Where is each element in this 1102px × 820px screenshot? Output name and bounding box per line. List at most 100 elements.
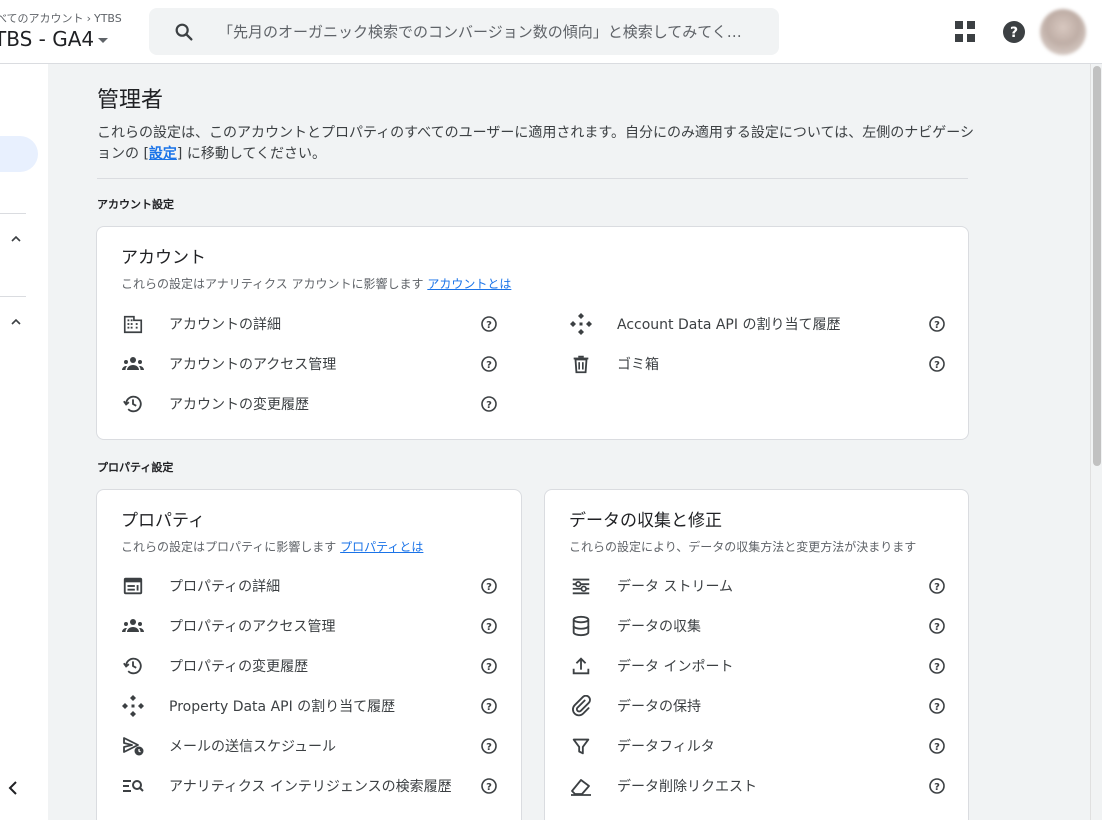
top-header: べてのアカウント›YTBS TBS - GA4 ? xyxy=(0,0,1102,64)
help-icon[interactable]: ? xyxy=(481,738,497,754)
svg-text:?: ? xyxy=(486,702,492,713)
caret-down-icon xyxy=(98,37,109,43)
group-icon xyxy=(121,352,145,376)
help-icon[interactable]: ? xyxy=(481,316,497,332)
collapse-nav-icon[interactable] xyxy=(5,780,21,796)
svg-text:?: ? xyxy=(934,622,940,633)
svg-text:?: ? xyxy=(486,782,492,793)
what-is-account-link[interactable]: アカウントとは xyxy=(427,277,511,291)
stream-icon xyxy=(569,574,593,598)
help-icon[interactable]: ? xyxy=(929,316,945,332)
help-icon[interactable]: ? xyxy=(929,698,945,714)
group-icon xyxy=(121,614,145,638)
data-collection-card: データの収集と修正 これらの設定により、データの収集方法と変更方法が決まります … xyxy=(544,489,969,820)
scheduled-emails-item[interactable]: メールの送信スケジュール ? xyxy=(121,726,497,766)
svg-text:?: ? xyxy=(486,400,492,411)
help-icon[interactable]: ? xyxy=(481,396,497,412)
database-icon xyxy=(569,614,593,638)
help-icon[interactable]: ? xyxy=(481,698,497,714)
apps-icon[interactable] xyxy=(954,20,978,44)
nav-divider xyxy=(0,213,26,214)
data-retention-item[interactable]: データの保持 ? xyxy=(569,686,945,726)
building-icon xyxy=(121,312,145,336)
intelligence-search-history-item[interactable]: アナリティクス インテリジェンスの検索履歴 ? xyxy=(121,766,497,806)
data-streams-item[interactable]: データ ストリーム ? xyxy=(569,566,945,606)
property-api-quota-item[interactable]: Property Data API の割り当て履歴 ? xyxy=(121,686,497,726)
help-icon[interactable]: ? xyxy=(929,578,945,594)
search-input[interactable] xyxy=(218,22,778,41)
svg-text:?: ? xyxy=(934,320,940,331)
what-is-property-link[interactable]: プロパティとは xyxy=(340,540,423,554)
property-details-item[interactable]: プロパティの詳細 ? xyxy=(121,566,497,606)
property-card: プロパティ これらの設定はプロパティに影響します プロパティとは プロパティの詳… xyxy=(96,489,522,820)
account-access-item[interactable]: アカウントのアクセス管理 ? xyxy=(121,344,497,384)
data-filters-item[interactable]: データフィルタ ? xyxy=(569,726,945,766)
help-icon[interactable]: ? xyxy=(481,356,497,372)
account-details-item[interactable]: アカウントの詳細 ? xyxy=(121,304,497,344)
data-collection-item[interactable]: データの収集 ? xyxy=(569,606,945,646)
search-bar[interactable] xyxy=(149,8,779,55)
data-import-item[interactable]: データ インポート ? xyxy=(569,646,945,686)
help-icon[interactable]: ? xyxy=(929,356,945,372)
property-section-label: プロパティ設定 xyxy=(97,461,174,474)
nav-divider xyxy=(0,296,26,297)
help-icon[interactable]: ? xyxy=(481,578,497,594)
property-access-item[interactable]: プロパティのアクセス管理 ? xyxy=(121,606,497,646)
breadcrumb-child[interactable]: YTBS xyxy=(94,12,122,25)
account-section-label: アカウント設定 xyxy=(97,198,174,211)
svg-text:?: ? xyxy=(934,782,940,793)
nav-item-selected[interactable] xyxy=(0,136,38,172)
chevron-up-icon[interactable] xyxy=(10,230,22,242)
data-deletion-request-item[interactable]: データ削除リクエスト ? xyxy=(569,766,945,806)
avatar[interactable] xyxy=(1040,9,1086,55)
filter-icon xyxy=(569,734,593,758)
property-selector[interactable]: TBS - GA4 xyxy=(0,27,109,51)
main-content: 管理者 これらの設定は、このアカウントとプロパティのすべてのユーザーに適用されま… xyxy=(48,64,1090,820)
search-icon xyxy=(173,21,195,43)
account-history-item[interactable]: アカウントの変更履歴 ? xyxy=(121,384,497,424)
help-icon[interactable]: ? xyxy=(929,618,945,634)
details-icon xyxy=(121,574,145,598)
help-icon[interactable]: ? xyxy=(929,778,945,794)
breadcrumb-parent[interactable]: べてのアカウント xyxy=(0,12,84,25)
account-card-subtitle: これらの設定はアナリティクス アカウントに影響します アカウントとは xyxy=(121,277,512,291)
svg-text:?: ? xyxy=(934,742,940,753)
svg-text:?: ? xyxy=(934,360,940,371)
attach-icon xyxy=(569,694,593,718)
help-icon[interactable]: ? xyxy=(481,658,497,674)
account-api-quota-item[interactable]: Account Data API の割り当て履歴 ? xyxy=(569,304,945,344)
help-icon[interactable]: ? xyxy=(481,618,497,634)
trash-icon xyxy=(569,352,593,376)
page-scrollbar[interactable] xyxy=(1090,64,1102,820)
account-card: アカウント これらの設定はアナリティクス アカウントに影響します アカウントとは… xyxy=(96,226,969,440)
help-icon[interactable]: ? xyxy=(929,658,945,674)
help-icon[interactable]: ? xyxy=(1002,20,1026,44)
search-history-icon xyxy=(121,774,145,798)
property-history-item[interactable]: プロパティの変更履歴 ? xyxy=(121,646,497,686)
trash-item[interactable]: ゴミ箱 ? xyxy=(569,344,945,384)
property-card-title: プロパティ xyxy=(121,511,205,531)
divider xyxy=(97,178,968,179)
svg-text:?: ? xyxy=(486,320,492,331)
settings-link[interactable]: 設定 xyxy=(149,146,177,162)
svg-text:?: ? xyxy=(934,662,940,673)
breadcrumb[interactable]: べてのアカウント › YTBS xyxy=(0,10,122,26)
left-nav xyxy=(0,64,48,820)
svg-text:?: ? xyxy=(486,360,492,371)
svg-text:?: ? xyxy=(486,622,492,633)
svg-text:?: ? xyxy=(1010,25,1018,41)
scheduled-send-icon xyxy=(121,734,145,758)
account-card-title: アカウント xyxy=(121,248,206,268)
page-title: 管理者 xyxy=(97,88,164,113)
help-icon[interactable]: ? xyxy=(929,738,945,754)
data-card-subtitle: これらの設定により、データの収集方法と変更方法が決まります xyxy=(569,540,917,554)
upload-icon xyxy=(569,654,593,678)
scrollbar-thumb[interactable] xyxy=(1093,66,1101,466)
svg-text:?: ? xyxy=(486,662,492,673)
property-name: TBS - GA4 xyxy=(0,27,95,51)
help-icon[interactable]: ? xyxy=(481,778,497,794)
svg-text:?: ? xyxy=(934,582,940,593)
page-description: これらの設定は、このアカウントとプロパティのすべてのユーザーに適用されます。自分… xyxy=(97,125,974,162)
eraser-icon xyxy=(569,774,593,798)
chevron-up-icon[interactable] xyxy=(10,313,22,325)
